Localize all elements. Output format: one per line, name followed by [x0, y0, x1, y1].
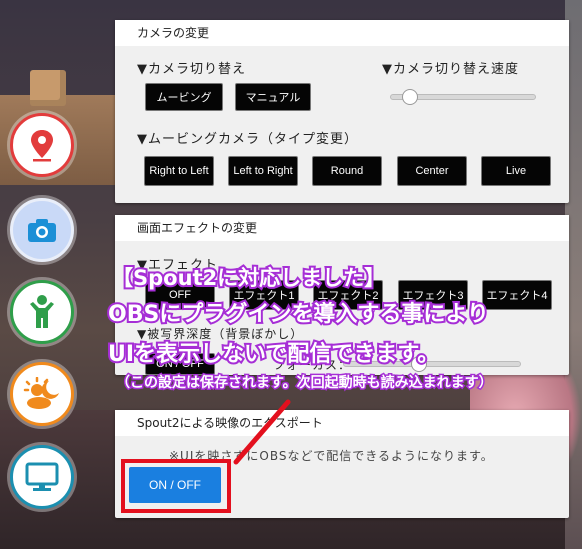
announcement-line-3: UIを表示しないで配信できます。 [106, 340, 441, 369]
announcement-heading: 【Spout2に対応しました】 [110, 264, 387, 292]
announcement-note: （この設定は保存されます。次回起動時も読み込まれます） [115, 374, 495, 393]
announcement-line-2: OBSにプラグインを導入する事により [106, 300, 491, 329]
